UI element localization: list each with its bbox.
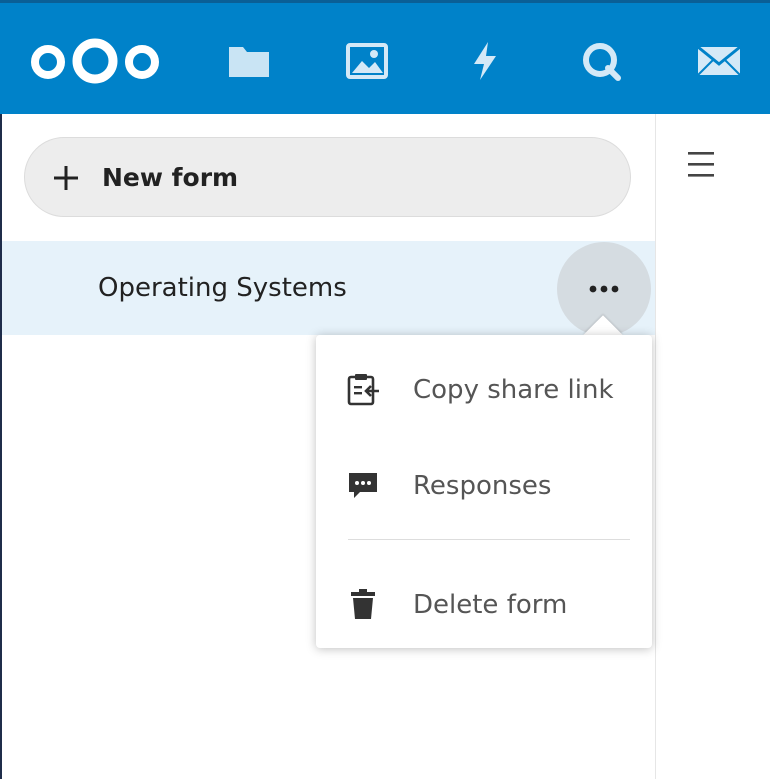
nextcloud-logo[interactable] — [26, 36, 164, 86]
menu-separator — [348, 539, 630, 540]
menu-item-label: Delete form — [413, 590, 568, 620]
menu-item-label: Responses — [413, 471, 552, 501]
new-form-button[interactable]: New form — [24, 137, 631, 217]
comment-icon — [349, 473, 377, 498]
photos-icon[interactable] — [344, 38, 390, 84]
plus-icon — [54, 166, 78, 190]
menu-item-copy-share-link[interactable]: Copy share link — [316, 341, 652, 431]
hamburger-icon[interactable] — [683, 144, 723, 184]
mail-icon[interactable] — [696, 38, 742, 84]
menu-item-delete-form[interactable]: Delete form — [316, 556, 652, 646]
trash-icon — [351, 589, 375, 619]
navigation-divider — [655, 114, 656, 779]
header-top-edge — [0, 0, 770, 3]
activity-icon[interactable] — [462, 38, 508, 84]
search-icon[interactable] — [578, 38, 624, 84]
form-title: Operating Systems — [98, 273, 347, 303]
menu-item-label: Copy share link — [413, 375, 614, 405]
form-actions-menu: Copy share link Responses Delete form — [316, 335, 652, 648]
forms-app-page: New form Operating Systems Copy share li… — [0, 0, 770, 779]
top-header — [0, 0, 770, 114]
files-icon[interactable] — [226, 38, 272, 84]
new-form-label: New form — [102, 163, 239, 192]
more-icon — [589, 285, 619, 293]
menu-item-responses[interactable]: Responses — [316, 437, 652, 527]
clipboard-share-icon — [347, 374, 379, 406]
